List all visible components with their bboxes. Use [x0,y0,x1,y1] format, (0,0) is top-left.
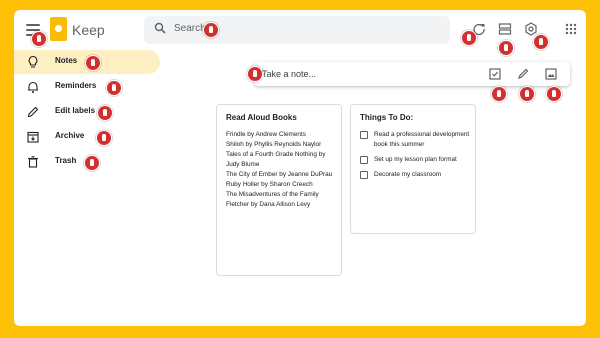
checklist-item: Set up my lesson plan format [360,155,472,165]
note-line: Ruby Holler by Sharon Creech [226,181,313,188]
checklist: Read a professional development book thi… [360,130,472,185]
note-line: Frindle by Andrew Clements [226,131,306,138]
touch-marker [519,86,535,102]
sidebar-item-label: Notes [55,56,78,65]
checkbox-icon[interactable] [488,67,502,81]
note-line: The Misadventures of the Family Fletcher… [226,191,319,208]
settings-icon[interactable] [524,22,538,36]
touch-marker [31,31,47,47]
touch-marker [546,86,562,102]
checkbox[interactable] [360,131,368,139]
sidebar-item-label: Edit labels [55,106,96,115]
brush-icon[interactable] [516,67,530,81]
archive-icon [27,131,39,143]
take-note-placeholder: Take a note... [262,69,317,79]
note-title: Read Aloud Books [226,113,297,122]
app-window: Keep Search Notes Reminders Edit labels … [14,10,586,326]
checklist-item-label: Read a professional development book thi… [374,131,470,148]
note-card[interactable]: Things To Do: Read a professional develo… [350,104,476,234]
touch-marker [97,105,113,121]
sidebar-item-label: Trash [55,156,77,165]
checklist-item-label: Decorate my classroom [374,171,442,178]
note-line: Tales of a Fourth Grade Nothing by Judy … [226,151,326,168]
apps-icon[interactable] [564,22,578,36]
touch-marker [491,86,507,102]
touch-marker [533,34,549,50]
touch-marker [247,66,263,82]
checkbox[interactable] [360,156,368,164]
search-icon [154,22,166,34]
checkbox[interactable] [360,171,368,179]
sidebar-item-reminders[interactable]: Reminders [14,75,160,99]
touch-marker [84,155,100,171]
note-card[interactable]: Read Aloud Books Frindle by Andrew Cleme… [216,104,342,276]
search-placeholder: Search [174,23,206,34]
checklist-item-label: Set up my lesson plan format [374,156,457,163]
sidebar-item-label: Archive [55,131,85,140]
touch-marker [85,55,101,71]
lightbulb-icon [28,55,38,68]
header: Keep Search [14,10,586,56]
sidebar-item-edit-labels[interactable]: Edit labels [14,100,160,124]
sidebar-item-archive[interactable]: Archive [14,125,160,149]
list-view-icon[interactable] [498,22,512,36]
checklist-item: Decorate my classroom [360,170,472,180]
trash-icon [28,156,38,168]
touch-marker [498,40,514,56]
keep-logo [50,17,67,41]
image-icon[interactable] [544,67,558,81]
note-line: The City of Ember by Jeanne DuPrau [226,171,333,178]
touch-marker [461,30,477,46]
note-line: Shiloh by Phyllis Reynolds Naylor [226,141,322,148]
sidebar: Notes Reminders Edit labels Archive Tras… [14,50,174,190]
note-body: Frindle by Andrew Clements Shiloh by Phy… [226,130,334,210]
touch-marker [203,22,219,38]
note-title: Things To Do: [360,113,414,122]
search-input[interactable]: Search [144,16,450,44]
app-title: Keep [72,22,105,38]
touch-marker [106,80,122,96]
sidebar-item-notes[interactable]: Notes [14,50,160,74]
bell-icon [28,81,38,93]
checklist-item: Read a professional development book thi… [360,130,472,150]
sidebar-item-trash[interactable]: Trash [14,150,160,174]
pencil-icon [27,106,39,118]
take-note-input[interactable]: Take a note... [247,62,570,102]
touch-marker [96,130,112,146]
sidebar-item-label: Reminders [55,81,97,90]
